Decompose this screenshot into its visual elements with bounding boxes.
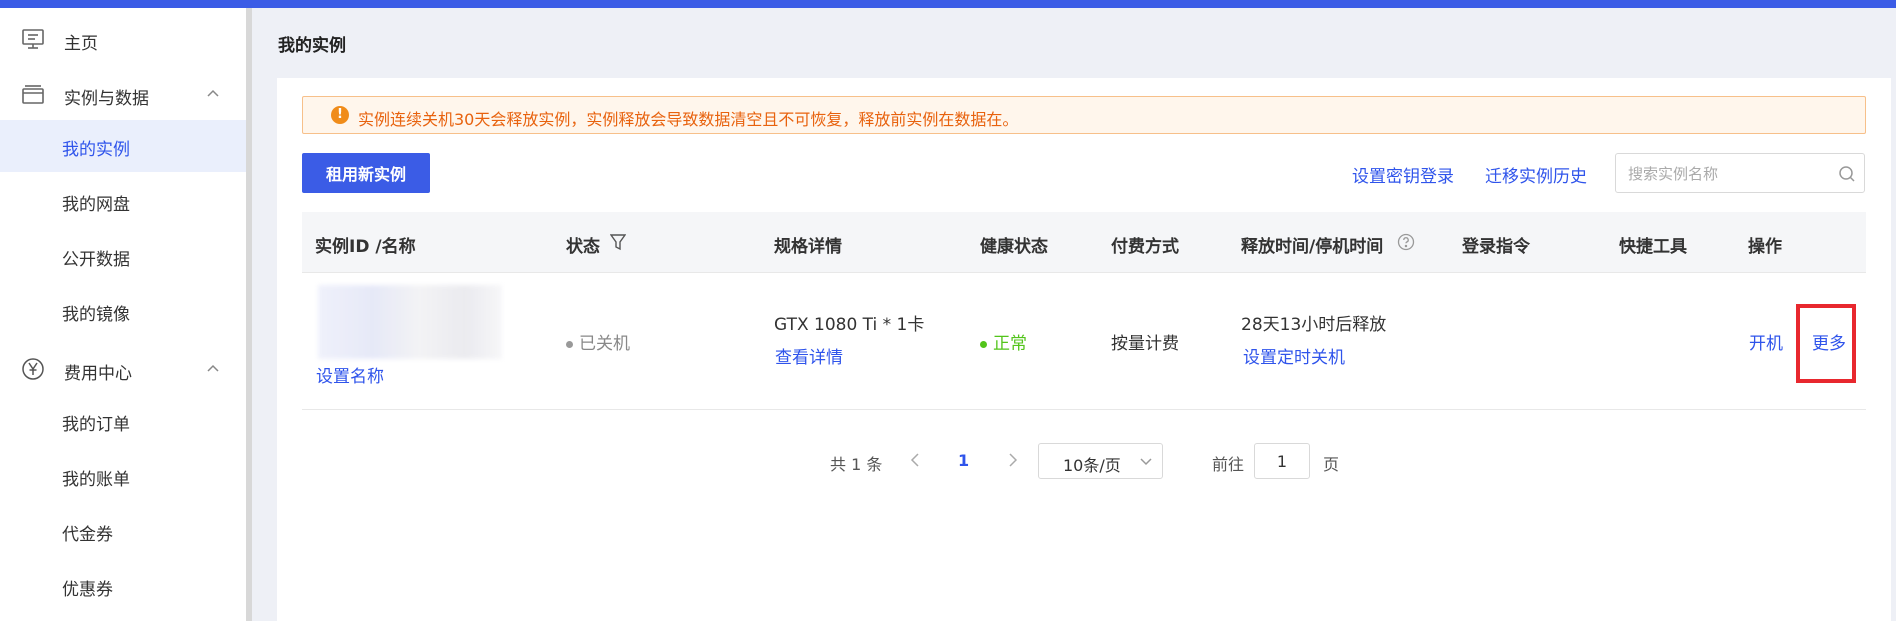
set-shutdown-link[interactable]: 设置定时关机 [1243, 343, 1345, 368]
help-circle-icon[interactable] [1397, 233, 1415, 251]
sidebar-label-my-bills: 我的账单 [62, 470, 130, 490]
sidebar-divider[interactable] [246, 8, 252, 621]
page-size-select[interactable]: 10条/页 [1038, 443, 1163, 479]
filter-icon[interactable] [610, 233, 626, 251]
status-badge: 已关机 [566, 329, 630, 354]
chevron-up-icon[interactable] [206, 361, 220, 375]
spec-text: GTX 1080 Ti * 1卡 [774, 315, 925, 335]
goto-prefix: 前往 [1212, 455, 1245, 474]
sidebar: 主页 实例与数据 我的实例 我的网盘 公开数据 我的镜像 费用中心 我的订单 我… [0, 8, 246, 621]
release-time-text: 28天13小时后释放 [1241, 315, 1387, 335]
health-badge: 正常 [980, 329, 1027, 354]
sidebar-label-instances: 实例与数据 [64, 89, 149, 109]
more-link[interactable]: 更多 [1812, 329, 1846, 354]
view-details-link[interactable]: 查看详情 [775, 343, 843, 368]
rent-new-instance-button[interactable]: 租用新实例 [302, 153, 430, 193]
chevron-up-icon[interactable] [206, 86, 220, 100]
sidebar-label-my-images: 我的镜像 [62, 305, 130, 325]
sidebar-item-vouchers[interactable]: 代金券 [0, 505, 246, 557]
table-row: 设置名称 已关机 GTX 1080 Ti * 1卡 查看详情 正常 按量计费 2… [302, 273, 1866, 410]
col-payment: 付费方式 [1111, 237, 1179, 257]
sidebar-item-my-orders[interactable]: 我的订单 [0, 395, 246, 447]
top-accent-bar [0, 0, 1896, 8]
status-text: 已关机 [579, 334, 630, 354]
chevron-down-icon [1140, 458, 1152, 466]
sidebar-label-my-instances: 我的实例 [62, 140, 130, 160]
pagination-total: 共 1 条 [830, 455, 883, 474]
health-text: 正常 [993, 334, 1027, 354]
chevron-left-icon[interactable] [908, 451, 922, 469]
sidebar-group-instances[interactable]: 实例与数据 [0, 71, 246, 117]
payment-text: 按量计费 [1111, 334, 1179, 354]
exclamation-icon: ! [331, 106, 349, 124]
alert-text: 实例连续关机30天会释放实例，实例释放会导致数据清空且不可恢复，释放前实例在数据… [358, 110, 1019, 129]
col-release: 释放时间/停机时间 [1241, 237, 1384, 257]
chevron-right-icon[interactable] [1006, 451, 1020, 469]
search-box [1615, 153, 1865, 193]
search-input[interactable] [1628, 162, 1828, 186]
power-on-link[interactable]: 开机 [1749, 329, 1783, 354]
sidebar-group-billing[interactable]: 费用中心 [0, 346, 246, 392]
redacted-instance-id [318, 285, 502, 359]
col-id-name: 实例ID /名称 [315, 237, 416, 257]
goto-suffix: 页 [1323, 455, 1340, 474]
search-icon[interactable] [1838, 165, 1856, 183]
col-health: 健康状态 [980, 237, 1048, 257]
warning-alert: ! 实例连续关机30天会释放实例，实例释放会导致数据清空且不可恢复，释放前实例在… [302, 96, 1866, 134]
col-actions: 操作 [1748, 237, 1782, 257]
health-dot [980, 340, 987, 348]
goto-page-input[interactable] [1254, 443, 1310, 479]
col-login-cmd: 登录指令 [1462, 237, 1530, 257]
table-header: 实例ID /名称 状态 规格详情 健康状态 付费方式 释放时间/停机时间 登录指… [302, 212, 1866, 273]
sidebar-label-public-data: 公开数据 [62, 250, 130, 270]
sidebar-item-my-bills[interactable]: 我的账单 [0, 450, 246, 502]
sidebar-label-coupons: 优惠券 [62, 580, 113, 600]
yen-circle-icon [22, 358, 44, 380]
sidebar-label-vouchers: 代金券 [62, 525, 113, 545]
sidebar-item-coupons[interactable]: 优惠券 [0, 560, 246, 612]
sidebar-item-home[interactable]: 主页 [0, 16, 246, 62]
set-name-link[interactable]: 设置名称 [316, 362, 384, 387]
col-tools: 快捷工具 [1619, 237, 1687, 257]
status-dot [566, 340, 573, 348]
col-status: 状态 [566, 237, 600, 257]
col-spec: 规格详情 [774, 237, 842, 257]
sidebar-label-my-disk: 我的网盘 [62, 195, 130, 215]
sidebar-item-my-images[interactable]: 我的镜像 [0, 285, 246, 337]
sidebar-item-my-disk[interactable]: 我的网盘 [0, 175, 246, 227]
page-size-value: 10条/页 [1063, 456, 1121, 475]
sidebar-item-my-instances[interactable]: 我的实例 [0, 120, 246, 172]
page-title: 我的实例 [278, 36, 346, 56]
migrate-history-link[interactable]: 迁移实例历史 [1485, 162, 1587, 187]
monitor-icon [22, 29, 44, 49]
sidebar-label-my-orders: 我的订单 [62, 415, 130, 435]
sidebar-label-billing: 费用中心 [64, 364, 132, 384]
sidebar-item-public-data[interactable]: 公开数据 [0, 230, 246, 282]
window-stack-icon [22, 85, 44, 104]
key-login-link[interactable]: 设置密钥登录 [1352, 162, 1454, 187]
pagination-page-1[interactable]: 1 [958, 451, 969, 470]
sidebar-label-home: 主页 [64, 34, 98, 54]
